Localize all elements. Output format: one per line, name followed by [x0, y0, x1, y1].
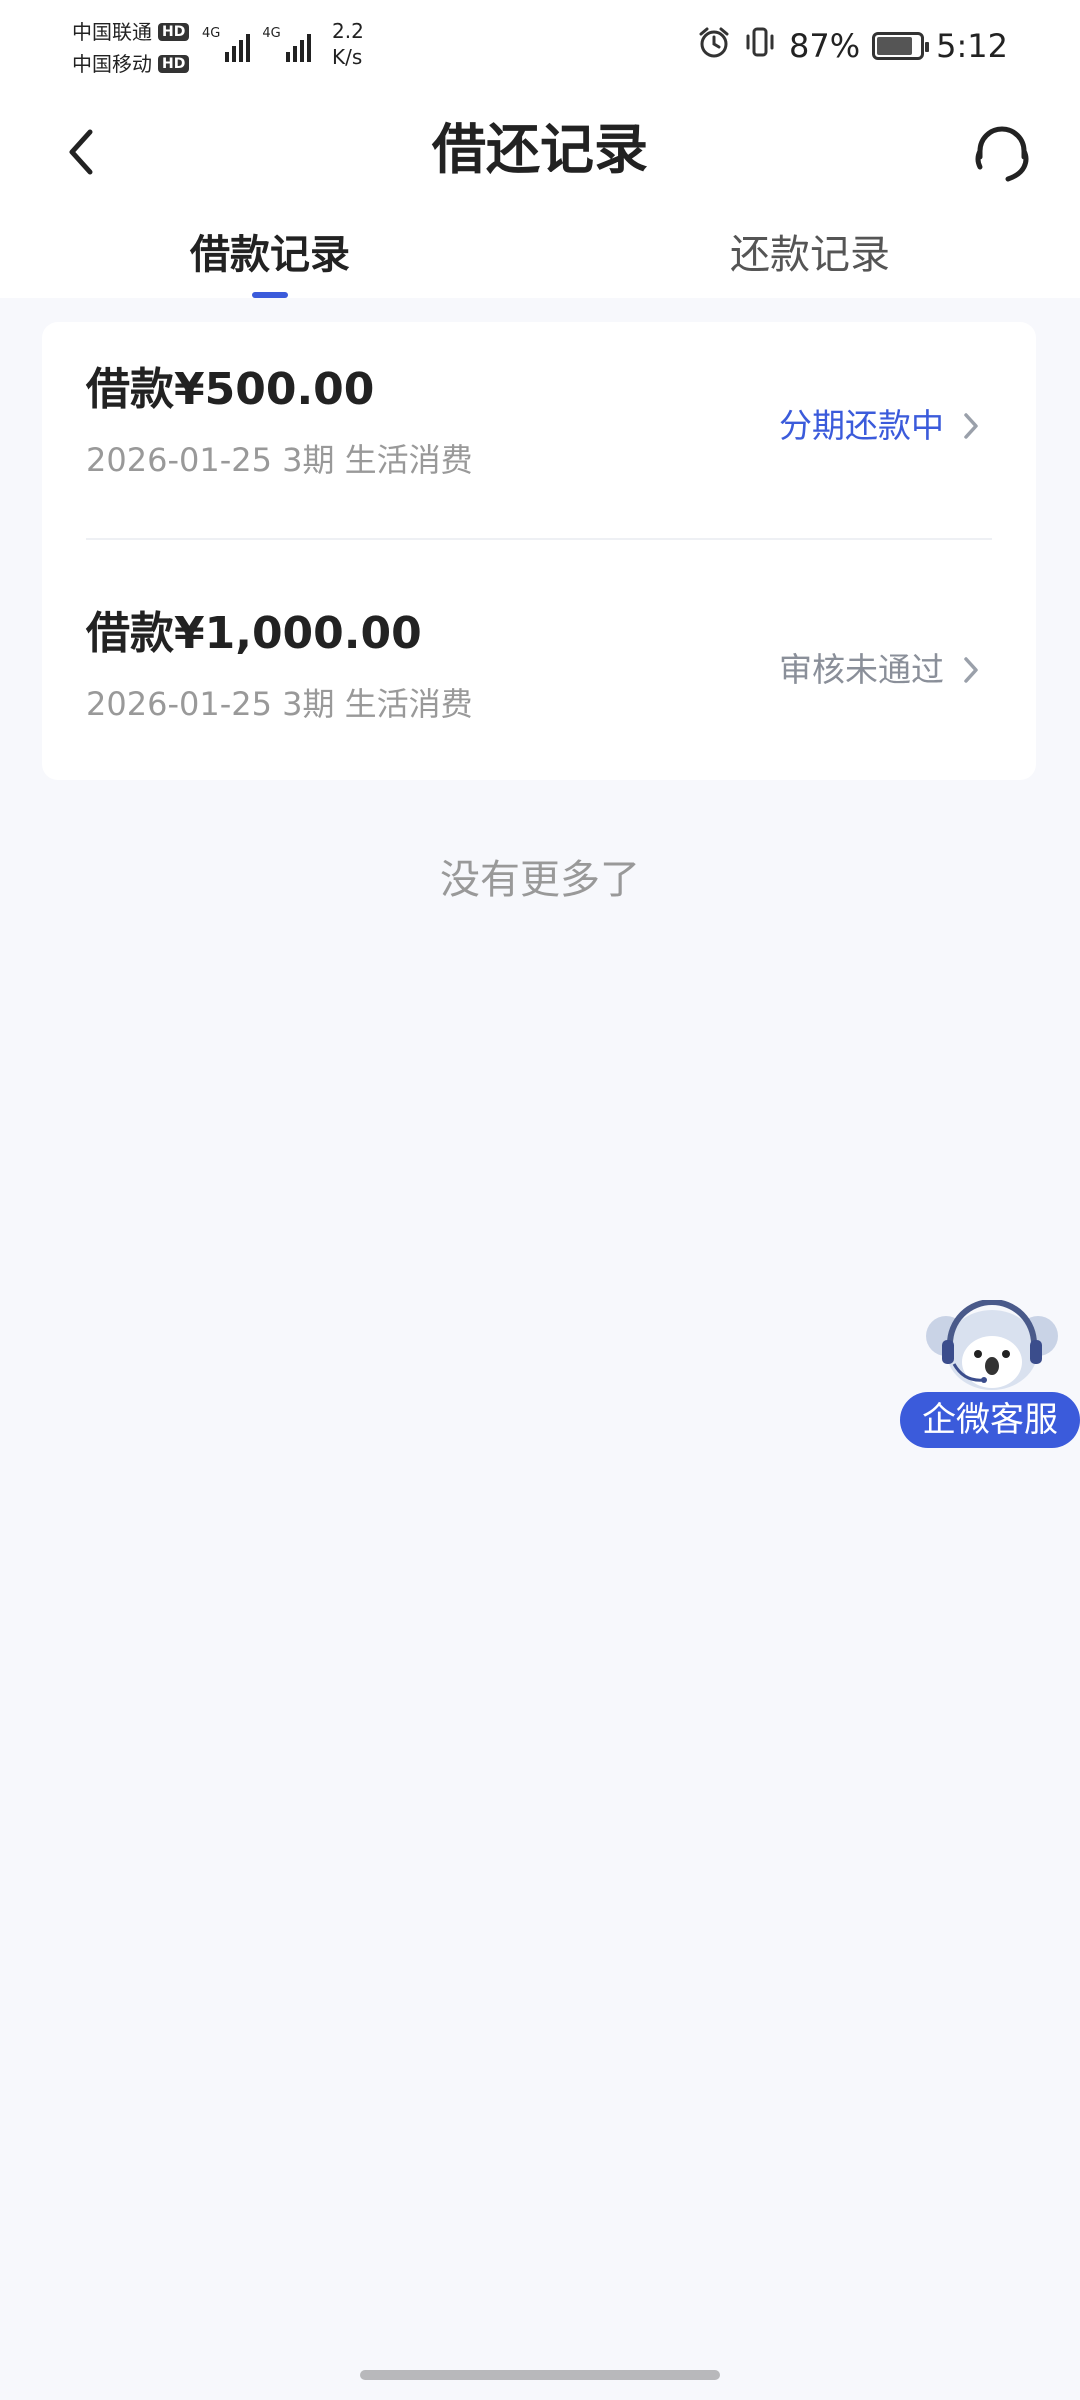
chevron-right-icon — [964, 413, 978, 439]
customer-service-button[interactable] — [964, 116, 1040, 192]
network-type-label: 4G — [262, 26, 281, 41]
signal-indicators: 4G 4G — [202, 22, 311, 62]
hd-badge: HD — [158, 55, 190, 73]
speed-unit: K/s — [332, 45, 363, 69]
loan-meta: 2026-01-25 3期 生活消费 — [86, 685, 473, 723]
carrier-2: 中国移动 — [72, 52, 152, 76]
clock: 5:12 — [936, 27, 1008, 65]
floating-service-button[interactable]: 企微客服 — [900, 1300, 1080, 1452]
nav-bar: 借还记录 — [0, 96, 1080, 212]
list-item[interactable]: 借款¥1,000.00 2026-01-25 3期 生活消费 审核未通过 — [42, 560, 1036, 780]
records-card: 借款¥500.00 2026-01-25 3期 生活消费 分期还款中 借款¥1,… — [42, 322, 1036, 780]
alarm-icon — [697, 25, 731, 67]
signal-icon: 4G — [202, 26, 251, 62]
no-more-text: 没有更多了 — [440, 857, 640, 903]
speed-value: 2.2 — [332, 19, 364, 43]
divider — [86, 538, 992, 540]
loan-amount: 借款¥500.00 — [86, 364, 375, 415]
loan-status: 审核未通过 — [779, 648, 980, 692]
network-type-label: 4G — [202, 26, 221, 41]
active-tab-indicator — [252, 292, 288, 298]
status-text: 审核未通过 — [779, 650, 944, 689]
chevron-right-icon — [964, 657, 978, 683]
loan-status: 分期还款中 — [779, 404, 980, 448]
service-label: 企微客服 — [900, 1392, 1080, 1448]
loan-meta: 2026-01-25 3期 生活消费 — [86, 441, 473, 479]
koala-mascot-icon — [926, 1300, 1058, 1390]
vibrate-icon — [743, 25, 777, 67]
tab-label: 还款记录 — [730, 232, 890, 278]
battery-percent: 87% — [789, 27, 861, 65]
home-indicator[interactable] — [360, 2370, 720, 2380]
hd-badge: HD — [158, 23, 190, 41]
list-item[interactable]: 借款¥500.00 2026-01-25 3期 生活消费 分期还款中 — [42, 322, 1036, 542]
loan-amount: 借款¥1,000.00 — [86, 608, 422, 659]
carrier-1: 中国联通 — [72, 20, 152, 44]
tab-repay-records[interactable]: 还款记录 — [540, 212, 1080, 298]
tab-label: 借款记录 — [190, 232, 350, 278]
battery-icon — [872, 32, 930, 60]
signal-icon: 4G — [262, 26, 311, 62]
tab-bar: 借款记录 还款记录 — [0, 212, 1080, 298]
status-right: 87% 5:12 — [697, 24, 1008, 68]
status-bar: 中国联通 HD 中国移动 HD 4G 4G 2.2 K/s 87% 5:12 — [0, 0, 1080, 96]
network-speed: 2.2 K/s — [332, 18, 364, 70]
status-text: 分期还款中 — [779, 406, 944, 445]
headset-icon — [975, 126, 1029, 182]
carrier-info: 中国联通 HD 中国移动 HD — [72, 16, 190, 80]
battery-level — [877, 37, 913, 55]
tab-borrow-records[interactable]: 借款记录 — [0, 212, 540, 298]
page-title: 借还记录 — [432, 118, 648, 181]
